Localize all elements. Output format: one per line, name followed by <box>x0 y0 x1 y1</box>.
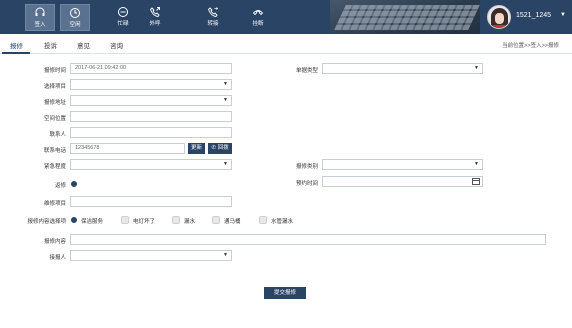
callback-button[interactable]: ✆ 回拨 <box>208 143 232 154</box>
select-project-label: 选择项目 <box>43 84 66 90</box>
keyboard-banner-image <box>330 0 480 34</box>
content-option-checkbox-light[interactable] <box>121 216 129 224</box>
username: 1521_1245 <box>516 12 552 19</box>
sign-in-button[interactable]: 签入 <box>25 4 55 31</box>
repair-item-field[interactable] <box>70 196 232 207</box>
minus-circle-icon <box>118 7 128 17</box>
space-location-field[interactable] <box>70 111 232 122</box>
report-time-label: 报修时间 <box>43 68 66 74</box>
phone-field[interactable]: 12345678 <box>70 143 185 154</box>
report-address-select[interactable]: ▼ <box>70 95 232 106</box>
update-button[interactable]: 更新 <box>188 143 205 154</box>
phone-label: 联系电话 <box>43 148 66 154</box>
chevron-down-icon[interactable]: ▼ <box>560 12 566 18</box>
content-option-cleaning: 保洁服务 <box>81 219 104 225</box>
headset-icon <box>35 7 45 16</box>
callback-label: 回拨 <box>217 145 229 151</box>
calendar-icon[interactable] <box>472 178 480 185</box>
transfer-button[interactable]: 转接 <box>198 4 228 31</box>
space-location-label: 空间位置 <box>43 116 66 122</box>
idle-label: 空闲 <box>69 22 81 28</box>
urgency-select[interactable]: ▼ <box>70 159 232 170</box>
phone-icon: ✆ <box>211 145 217 151</box>
content-label: 报修内容 <box>43 239 66 245</box>
return-visit-checkbox[interactable] <box>71 181 77 187</box>
chevron-down-icon: ▼ <box>474 161 479 167</box>
tab-opinion[interactable]: 意见 <box>77 40 90 50</box>
contact-field[interactable] <box>70 127 232 138</box>
content-option-radio-cleaning[interactable] <box>71 217 77 223</box>
content-select-label: 报修内容选择项 <box>27 219 66 225</box>
repair-category-select[interactable]: ▼ <box>322 159 483 170</box>
chevron-down-icon: ▼ <box>223 252 228 258</box>
report-time-field[interactable]: 2017-06-21 09:42:00 <box>70 63 232 74</box>
hangup-label: 挂断 <box>252 21 264 27</box>
appointment-field[interactable] <box>322 176 483 187</box>
tab-repair[interactable]: 报修 <box>10 40 23 50</box>
tab-complaint[interactable]: 投诉 <box>44 40 57 50</box>
contact-label: 联系人 <box>49 132 66 138</box>
phone-transfer-icon <box>207 7 219 17</box>
chevron-down-icon: ▼ <box>223 161 228 167</box>
outbound-call-button[interactable]: 外呼 <box>140 4 170 31</box>
content-option-checkbox-toilet[interactable] <box>212 216 220 224</box>
tab-bar: 报修 投诉 意见 咨询 当前位置>>签入>>报修 <box>0 36 572 54</box>
clock-icon <box>70 8 80 18</box>
chevron-down-icon: ▼ <box>223 81 228 87</box>
content-option-checkbox-leak[interactable] <box>172 216 180 224</box>
content-option-checkbox-pipe[interactable] <box>259 216 267 224</box>
submit-repair-button[interactable]: 提交报修 <box>264 287 306 299</box>
doc-type-label: 单据类型 <box>295 68 318 74</box>
transfer-label: 转接 <box>207 21 219 27</box>
select-project-select[interactable]: ▼ <box>70 79 232 90</box>
busy-button[interactable]: 忙碌 <box>108 4 138 31</box>
user-profile[interactable]: 1521_1245 ▼ <box>480 0 572 34</box>
repair-item-label: 维修项目 <box>43 201 66 207</box>
receiver-label: 接报人 <box>49 255 66 261</box>
chevron-down-icon: ▼ <box>223 97 228 103</box>
avatar[interactable] <box>487 5 511 29</box>
content-option-light: 电灯坏了 <box>133 219 156 225</box>
content-option-toilet: 通马桶 <box>224 219 241 225</box>
outbound-call-label: 外呼 <box>149 21 161 27</box>
content-field[interactable] <box>70 234 546 245</box>
sign-in-label: 签入 <box>34 22 46 28</box>
top-toolbar: 签入 空闲 忙碌 外呼 转接 挂断 1521_1245 ▼ <box>0 0 572 34</box>
receiver-select[interactable]: ▼ <box>70 250 232 261</box>
busy-label: 忙碌 <box>117 21 129 27</box>
chevron-down-icon: ▼ <box>474 65 479 71</box>
report-address-label: 报修地址 <box>43 100 66 106</box>
content-option-leak: 漏水 <box>184 219 196 225</box>
return-visit-label: 返修 <box>54 183 66 189</box>
hangup-button[interactable]: 挂断 <box>243 4 273 31</box>
repair-category-label: 报修类别 <box>295 164 318 170</box>
hangup-icon <box>252 10 264 16</box>
content-option-pipe: 水管漏水 <box>271 219 294 225</box>
phone-out-icon <box>149 7 160 17</box>
appointment-label: 预约时间 <box>295 181 318 187</box>
doc-type-select[interactable]: ▼ <box>322 63 483 74</box>
urgency-label: 紧急程度 <box>43 164 66 170</box>
active-tab-indicator <box>2 52 30 54</box>
tab-consult[interactable]: 咨询 <box>110 40 123 50</box>
idle-button[interactable]: 空闲 <box>60 4 90 31</box>
breadcrumb: 当前位置>>签入>>报修 <box>502 43 559 49</box>
